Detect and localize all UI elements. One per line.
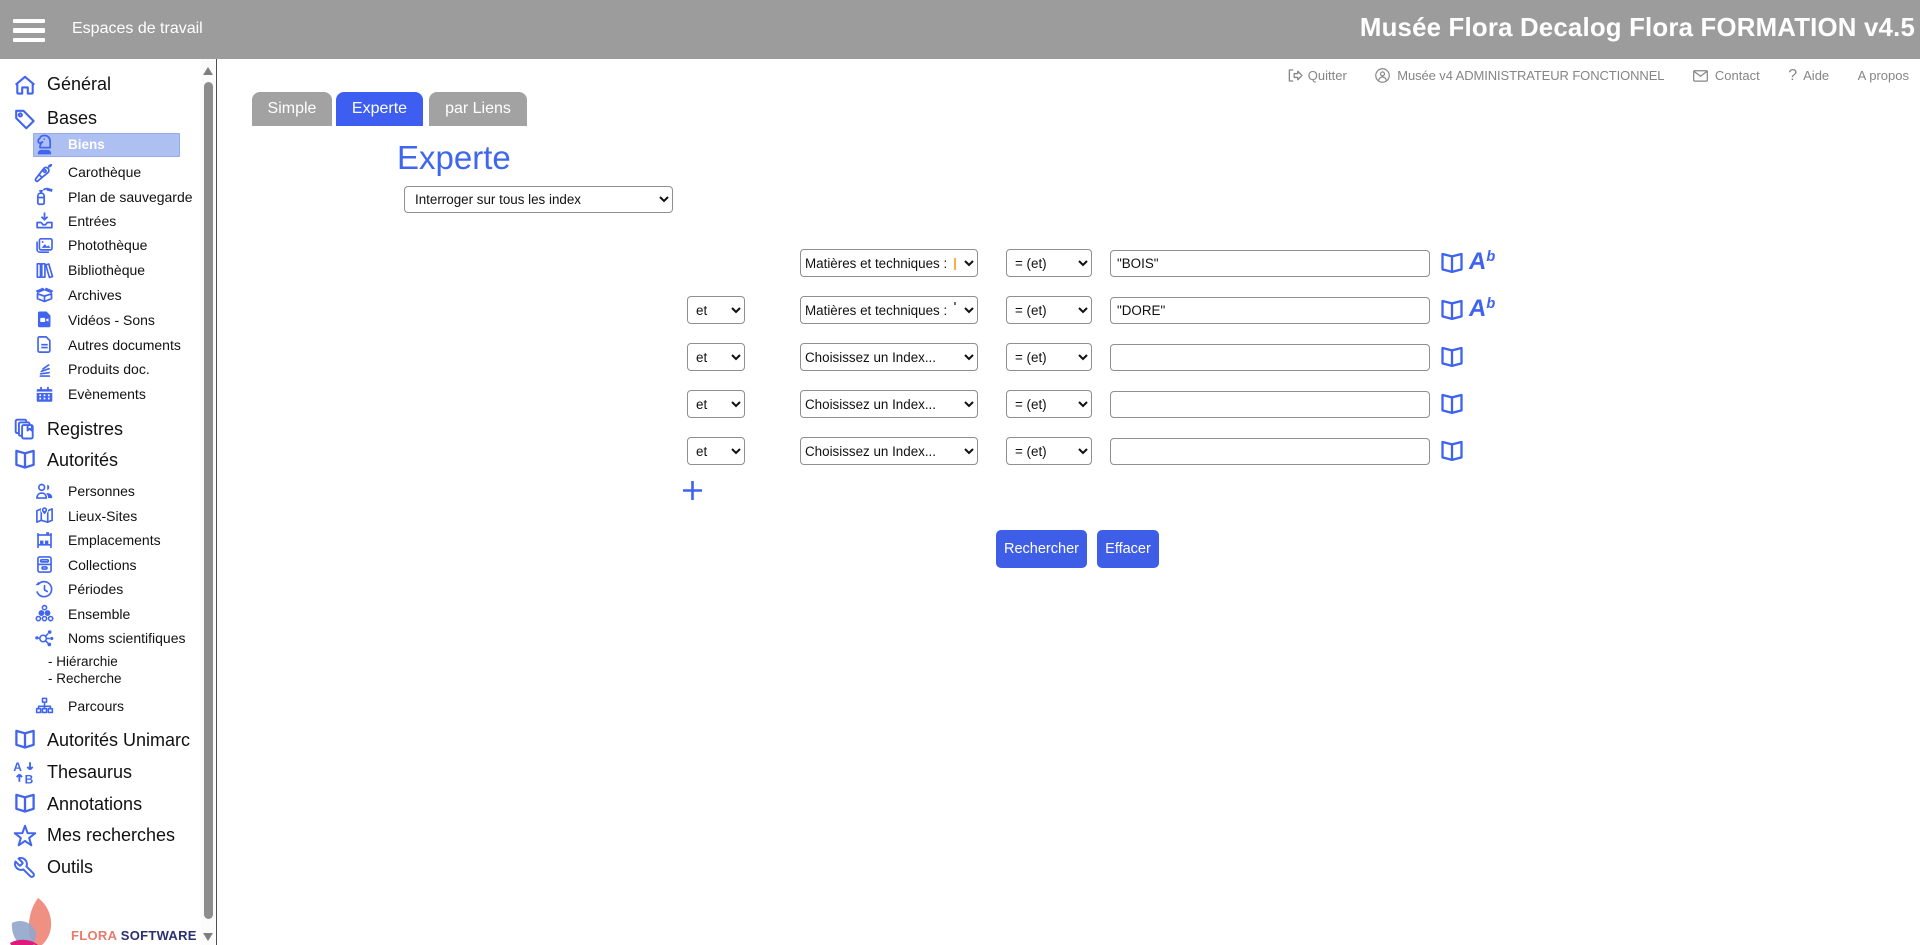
svg-text:A: A	[13, 760, 22, 774]
svg-text:B: B	[25, 773, 34, 785]
